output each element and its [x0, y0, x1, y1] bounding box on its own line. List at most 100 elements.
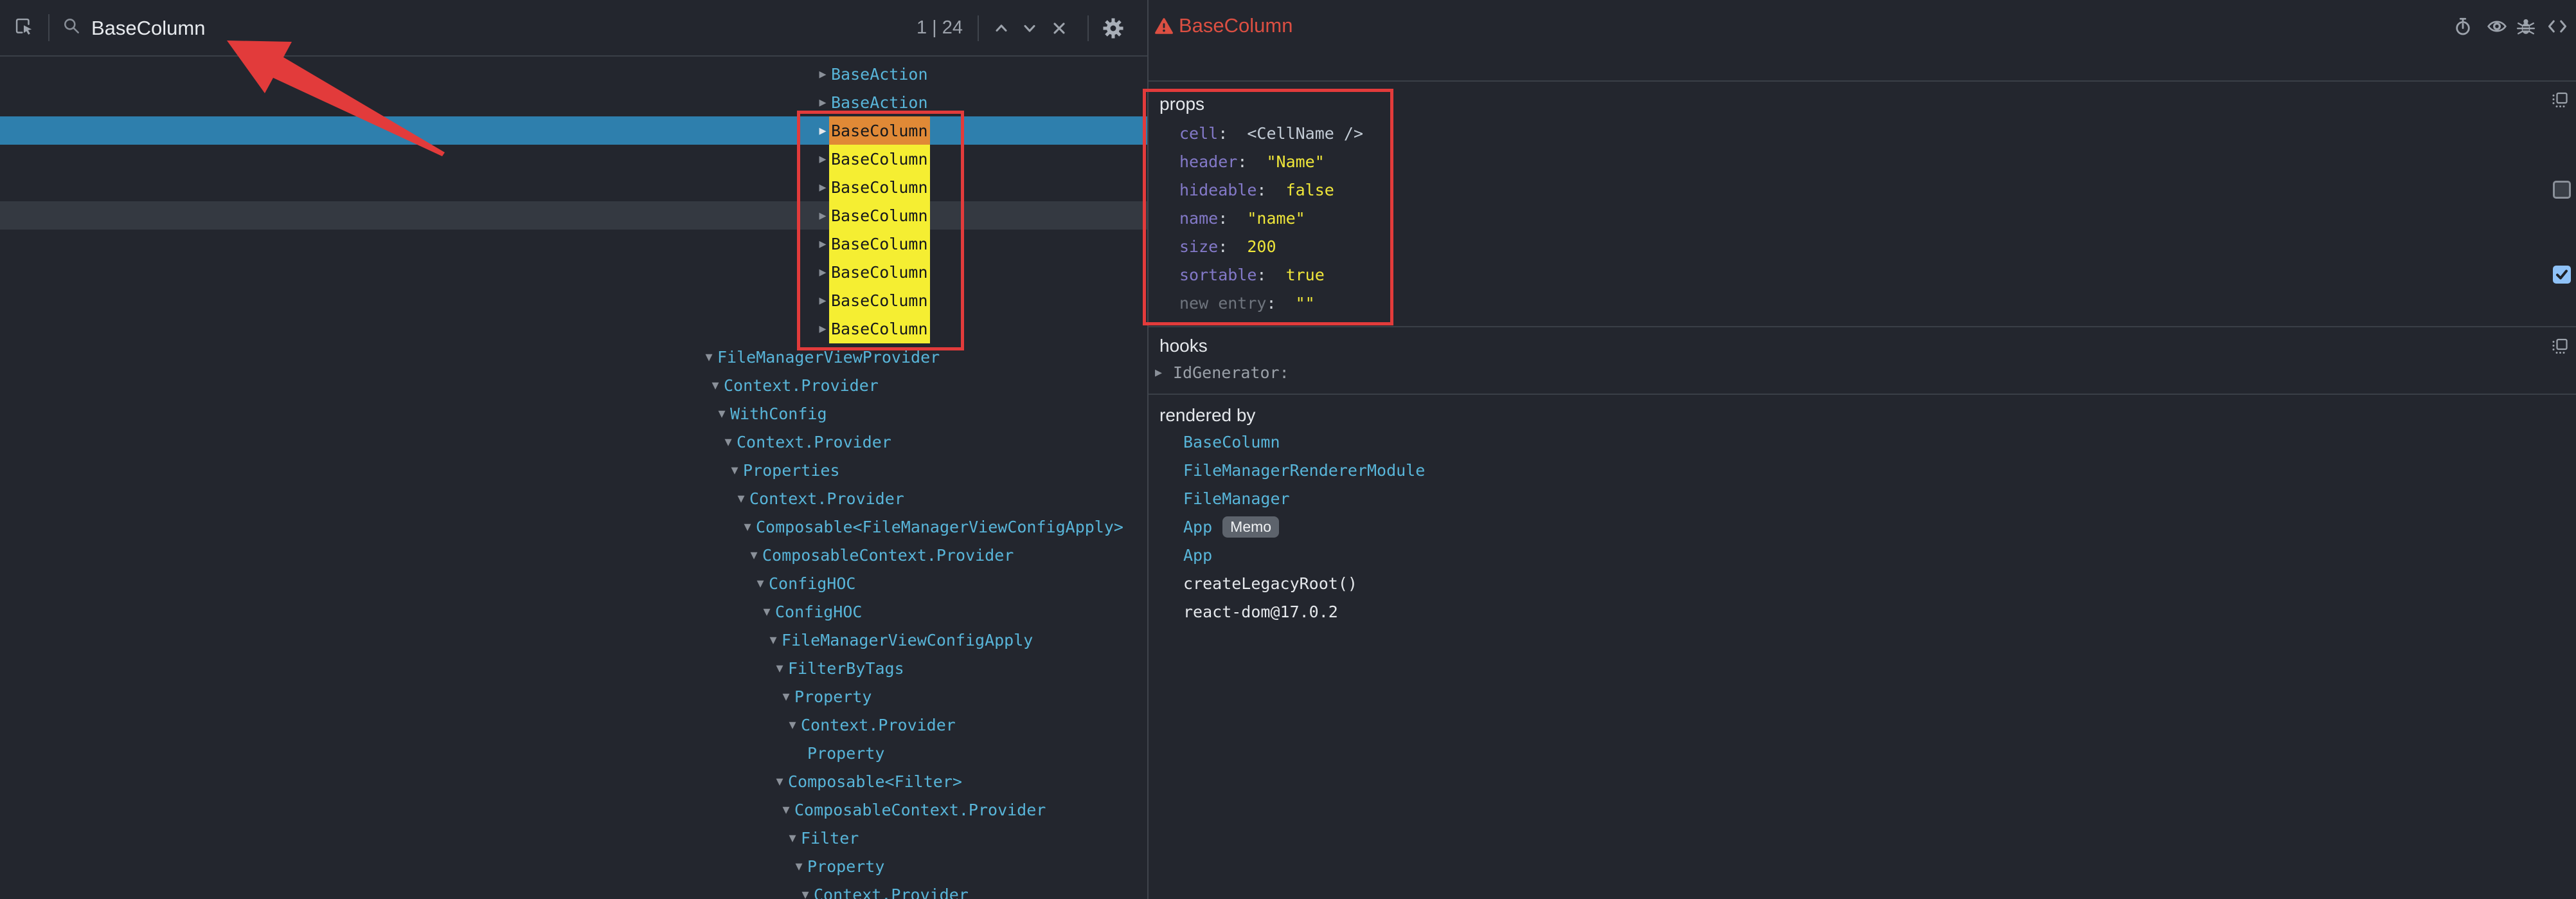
tree-row[interactable]: ▸BaseAction — [0, 60, 1148, 88]
view-source-icon[interactable] — [2547, 17, 2568, 35]
component-name[interactable]: Context.Provider — [737, 433, 891, 451]
component-name[interactable]: FileManagerViewProvider — [717, 348, 940, 367]
component-name[interactable]: BaseColumn — [829, 230, 930, 259]
owner-link[interactable]: App — [1183, 518, 1212, 536]
component-name[interactable]: Context.Provider — [749, 489, 904, 508]
collapse-arrow-icon[interactable]: ▾ — [771, 660, 788, 677]
stopwatch-icon[interactable] — [2453, 17, 2473, 36]
hook-row[interactable]: ▸IdGenerator: — [1149, 358, 2576, 386]
inspect-element-icon[interactable] — [14, 17, 33, 36]
eye-icon[interactable] — [2487, 17, 2507, 36]
owner-link[interactable]: BaseColumn — [1183, 433, 1280, 451]
owner-link[interactable]: FileManager — [1183, 489, 1290, 508]
rendered-by-row[interactable]: AppMemo — [1149, 513, 2576, 541]
tree-row[interactable]: ▾ComposableContext.Provider — [0, 541, 1148, 569]
tree-row[interactable]: ▾Context.Provider — [0, 711, 1148, 739]
tree-row[interactable]: ▾Property — [0, 852, 1148, 880]
component-name[interactable]: BaseAction — [831, 93, 928, 112]
prop-checkbox-unchecked[interactable] — [2553, 181, 2571, 199]
component-name[interactable]: BaseColumn — [829, 258, 930, 287]
rendered-by-row[interactable]: BaseColumn — [1149, 428, 2576, 456]
rendered-by-row[interactable]: FileManagerRendererModule — [1149, 456, 2576, 484]
collapse-arrow-icon[interactable]: ▾ — [778, 802, 794, 818]
clear-search-icon[interactable] — [1050, 19, 1068, 37]
chevron-down-icon[interactable] — [1021, 19, 1039, 37]
collapse-arrow-icon[interactable]: ▾ — [720, 434, 737, 450]
tree-row[interactable]: ▾WithConfig — [0, 399, 1148, 428]
component-name[interactable]: Composable<Filter> — [788, 772, 962, 791]
search-input[interactable] — [90, 12, 851, 45]
component-name[interactable]: Context.Provider — [801, 716, 956, 734]
tree-row[interactable]: ▸BaseColumn — [0, 173, 1148, 201]
chevron-up-icon[interactable] — [992, 19, 1010, 37]
component-name[interactable]: Composable<FileManagerViewConfigApply> — [756, 518, 1123, 536]
component-name[interactable]: BaseColumn — [829, 173, 930, 202]
collapse-arrow-icon[interactable]: ▾ — [752, 576, 769, 592]
prop-value[interactable]: true — [1286, 266, 1325, 284]
tree-row[interactable]: ▾ConfigHOC — [0, 569, 1148, 597]
tree-row[interactable]: Property — [0, 739, 1148, 767]
component-name[interactable]: Context.Provider — [724, 376, 879, 395]
component-name[interactable]: Property — [807, 857, 884, 876]
collapse-arrow-icon[interactable]: ▾ — [791, 858, 807, 875]
collapse-arrow-icon[interactable]: ▾ — [778, 689, 794, 705]
tree-row[interactable]: ▸BaseColumn — [0, 145, 1148, 173]
tree-row[interactable]: ▾ComposableContext.Provider — [0, 795, 1148, 824]
component-name[interactable]: BaseColumn — [829, 116, 930, 145]
tree-row[interactable]: ▾FileManagerViewProvider — [0, 343, 1148, 371]
collapse-arrow-icon[interactable]: ▾ — [739, 519, 756, 535]
tree-row[interactable]: ▸BaseColumn — [0, 258, 1148, 286]
tree-row[interactable]: ▾Composable<Filter> — [0, 767, 1148, 795]
collapse-arrow-icon[interactable]: ▾ — [713, 406, 730, 422]
prop-value[interactable]: "Name" — [1266, 152, 1324, 171]
collapse-arrow-icon[interactable]: ▾ — [784, 717, 801, 733]
component-name[interactable]: ConfigHOC — [769, 574, 855, 593]
component-name[interactable]: Property — [807, 744, 884, 763]
prop-value[interactable]: <CellName /> — [1247, 124, 1363, 143]
prop-value[interactable]: "name" — [1247, 209, 1305, 228]
tree-row[interactable]: ▾FilterByTags — [0, 654, 1148, 682]
expand-arrow-icon[interactable]: ▸ — [1149, 365, 1173, 381]
tree-row[interactable]: ▸BaseColumn — [0, 286, 1148, 314]
component-name[interactable]: ComposableContext.Provider — [794, 801, 1046, 819]
collapse-arrow-icon[interactable]: ▾ — [758, 604, 775, 620]
collapse-arrow-icon[interactable]: ▾ — [726, 462, 743, 478]
tree-row[interactable]: ▸BaseAction — [0, 88, 1148, 116]
component-name[interactable]: FileManagerViewConfigApply — [782, 631, 1033, 649]
component-name[interactable]: BaseColumn — [829, 145, 930, 174]
collapse-arrow-icon[interactable]: ▾ — [733, 491, 749, 507]
expand-arrow-icon[interactable]: ▸ — [814, 95, 831, 111]
tree-row[interactable]: ▾Context.Provider — [0, 484, 1148, 513]
tree-row[interactable]: ▸BaseColumn — [0, 116, 1148, 145]
prop-value[interactable]: "" — [1296, 294, 1315, 313]
tree-row[interactable]: ▾Filter — [0, 824, 1148, 852]
tree-row[interactable]: ▾Properties — [0, 456, 1148, 484]
tree-row[interactable]: ▸BaseColumn — [0, 314, 1148, 343]
settings-gear-icon[interactable] — [1103, 18, 1123, 39]
tree-row[interactable]: ▸BaseColumn — [0, 230, 1148, 258]
rendered-by-row[interactable]: App — [1149, 541, 2576, 569]
component-name[interactable]: Filter — [801, 829, 859, 848]
expand-arrow-icon[interactable]: ▸ — [814, 66, 831, 82]
component-name[interactable]: BaseColumn — [829, 314, 930, 343]
prop-value[interactable]: 200 — [1247, 237, 1276, 256]
owner-link[interactable]: FileManagerRendererModule — [1183, 461, 1425, 480]
tree-row[interactable]: ▾FileManagerViewConfigApply — [0, 626, 1148, 654]
copy-props-icon[interactable] — [2551, 91, 2569, 109]
prop-value[interactable]: false — [1286, 181, 1334, 199]
tree-row[interactable]: ▾Context.Provider — [0, 428, 1148, 456]
tree-row[interactable]: ▾Composable<FileManagerViewConfigApply> — [0, 513, 1148, 541]
collapse-arrow-icon[interactable]: ▾ — [797, 887, 814, 899]
tree-row[interactable]: ▾Property — [0, 682, 1148, 711]
panel-divider[interactable] — [1147, 0, 1149, 899]
component-name[interactable]: ComposableContext.Provider — [762, 546, 1014, 565]
owner-link[interactable]: App — [1183, 546, 1212, 565]
prop-checkbox-checked[interactable] — [2553, 266, 2571, 284]
collapse-arrow-icon[interactable]: ▾ — [701, 349, 717, 365]
component-name[interactable]: FilterByTags — [788, 659, 904, 678]
component-name[interactable]: Properties — [743, 461, 840, 480]
component-name[interactable]: BaseColumn — [829, 286, 930, 315]
component-name[interactable]: BaseAction — [831, 65, 928, 84]
collapse-arrow-icon[interactable]: ▾ — [746, 547, 762, 563]
collapse-arrow-icon[interactable]: ▾ — [707, 377, 724, 394]
